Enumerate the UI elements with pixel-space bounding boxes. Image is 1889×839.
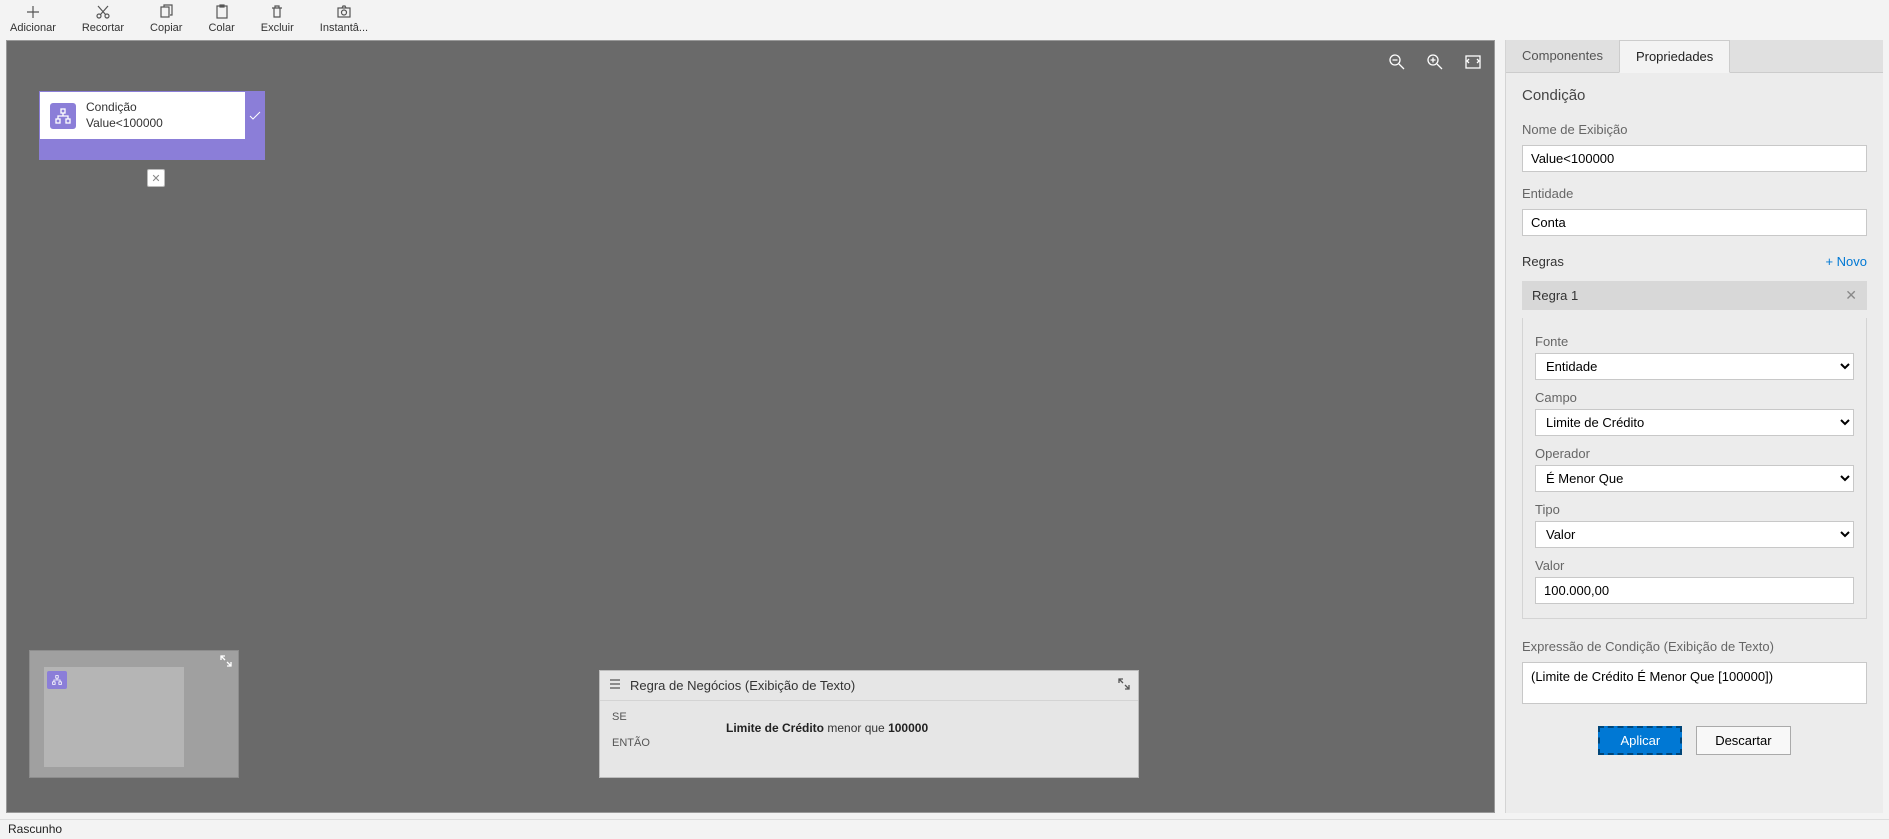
snapshot-button[interactable]: Instantâ... xyxy=(316,4,372,40)
rule-clause: Limite de Crédito menor que 100000 xyxy=(726,721,928,735)
canvas-wrapper: Condição Value<100000 ✕ xyxy=(6,40,1495,813)
source-label: Fonte xyxy=(1535,334,1854,349)
business-rule-panel-header: Regra de Negócios (Exibição de Texto) xyxy=(600,671,1138,701)
rules-label: Regras xyxy=(1522,254,1564,269)
paste-label: Colar xyxy=(208,22,234,34)
field-select[interactable]: Limite de Crédito xyxy=(1535,409,1854,436)
properties-heading: Condição xyxy=(1522,87,1867,104)
new-rule-link[interactable]: + Novo xyxy=(1825,254,1867,269)
business-rule-panel-title: Regra de Negócios (Exibição de Texto) xyxy=(630,678,855,693)
tab-components[interactable]: Componentes xyxy=(1506,40,1619,72)
list-icon xyxy=(608,677,622,694)
condition-node-footer xyxy=(39,140,265,160)
discard-button[interactable]: Descartar xyxy=(1696,726,1790,755)
display-name-input[interactable] xyxy=(1522,145,1867,172)
zoom-out-button[interactable] xyxy=(1388,53,1406,71)
condition-node-title: Condição xyxy=(86,100,163,116)
copy-button[interactable]: Copiar xyxy=(146,4,186,40)
plus-icon xyxy=(25,4,41,20)
minimap-node-icon xyxy=(47,671,67,689)
main-area: Condição Value<100000 ✕ xyxy=(0,40,1889,819)
condition-node-body: Condição Value<100000 xyxy=(39,91,245,140)
if-label: SE xyxy=(612,711,672,723)
clause-value: 100000 xyxy=(888,721,928,735)
source-select[interactable]: Entidade xyxy=(1535,353,1854,380)
properties-panel: Componentes Propriedades Condição Nome d… xyxy=(1505,40,1883,813)
rule-body: Fonte Entidade Campo Limite de Crédito O… xyxy=(1522,318,1867,619)
type-label: Tipo xyxy=(1535,502,1854,517)
designer-canvas[interactable]: Condição Value<100000 ✕ xyxy=(6,40,1495,813)
expression-textarea xyxy=(1522,662,1867,704)
tab-properties[interactable]: Propriedades xyxy=(1619,40,1730,73)
copy-icon xyxy=(158,4,174,20)
status-bar: Rascunho xyxy=(0,819,1889,839)
type-select[interactable]: Valor xyxy=(1535,521,1854,548)
paste-icon xyxy=(214,4,230,20)
cut-label: Recortar xyxy=(82,22,124,34)
entity-input[interactable] xyxy=(1522,209,1867,236)
snapshot-label: Instantâ... xyxy=(320,22,368,34)
display-name-label: Nome de Exibição xyxy=(1522,122,1867,137)
field-label: Campo xyxy=(1535,390,1854,405)
apply-button[interactable]: Aplicar xyxy=(1598,726,1682,755)
operator-label: Operador xyxy=(1535,446,1854,461)
canvas-tools xyxy=(1388,53,1482,71)
cut-button[interactable]: Recortar xyxy=(78,4,128,40)
delete-label: Excluir xyxy=(261,22,294,34)
add-label: Adicionar xyxy=(10,22,56,34)
rule-title: Regra 1 xyxy=(1532,288,1578,303)
condition-node[interactable]: Condição Value<100000 ✕ xyxy=(39,91,265,160)
minimap-expand-icon[interactable] xyxy=(220,655,232,670)
business-rule-panel-body: SE Limite de Crédito menor que 100000 EN… xyxy=(600,701,1138,777)
zoom-in-button[interactable] xyxy=(1426,53,1444,71)
value-label: Valor xyxy=(1535,558,1854,573)
camera-icon xyxy=(336,4,352,20)
panel-expand-icon[interactable] xyxy=(1118,678,1130,693)
minimap[interactable] xyxy=(29,650,239,778)
close-node-button[interactable]: ✕ xyxy=(147,169,165,187)
entity-label: Entidade xyxy=(1522,186,1867,201)
then-label: ENTÃO xyxy=(612,737,672,749)
clause-operator: menor que xyxy=(827,721,884,735)
add-button[interactable]: Adicionar xyxy=(6,4,60,40)
clause-field: Limite de Crédito xyxy=(726,721,824,735)
delete-button[interactable]: Excluir xyxy=(257,4,298,40)
scissors-icon xyxy=(95,4,111,20)
paste-button[interactable]: Colar xyxy=(204,4,238,40)
minimap-viewport xyxy=(44,667,184,767)
check-icon xyxy=(245,91,265,140)
condition-node-subtitle: Value<100000 xyxy=(86,116,163,132)
value-input[interactable] xyxy=(1535,577,1854,604)
business-rule-text-panel: Regra de Negócios (Exibição de Texto) SE… xyxy=(599,670,1139,778)
fit-screen-button[interactable] xyxy=(1464,53,1482,71)
rule-header: Regra 1 ✕ xyxy=(1522,281,1867,310)
properties-content: Condição Nome de Exibição Entidade Regra… xyxy=(1506,73,1883,775)
action-buttons: Aplicar Descartar xyxy=(1522,726,1867,755)
rule-close-icon[interactable]: ✕ xyxy=(1845,287,1857,304)
trash-icon xyxy=(269,4,285,20)
operator-select[interactable]: É Menor Que xyxy=(1535,465,1854,492)
copy-label: Copiar xyxy=(150,22,182,34)
expression-label: Expressão de Condição (Exibição de Texto… xyxy=(1522,639,1867,654)
toolbar: Adicionar Recortar Copiar Colar Excluir … xyxy=(0,0,1889,40)
status-text: Rascunho xyxy=(8,822,62,836)
panel-tabs: Componentes Propriedades xyxy=(1506,40,1883,73)
condition-icon xyxy=(50,103,76,129)
